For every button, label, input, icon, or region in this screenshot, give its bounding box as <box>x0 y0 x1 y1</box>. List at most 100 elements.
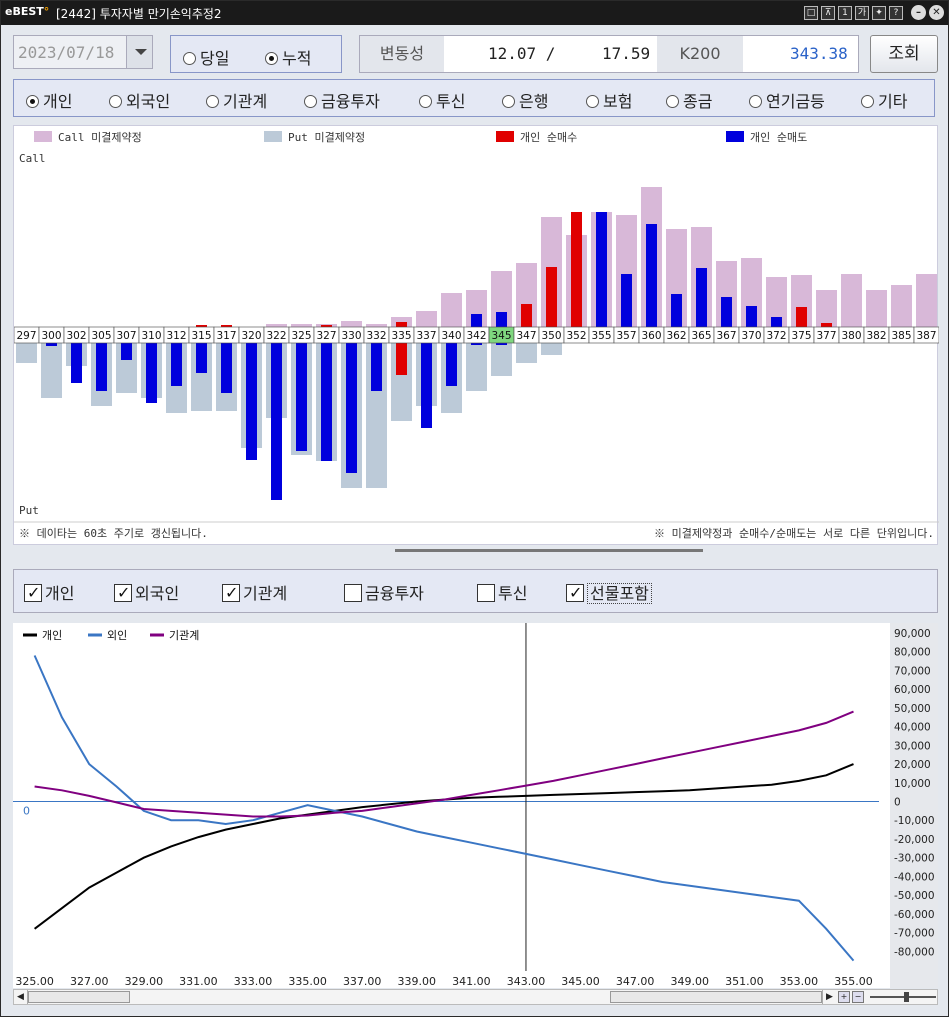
link-number-button[interactable]: 1 <box>838 6 852 20</box>
volatility-value-2[interactable]: 17.59 <box>602 36 650 72</box>
call-individual-bar <box>746 306 757 327</box>
filter-foreign[interactable]: 외국인 <box>114 580 179 604</box>
call-oi-bar <box>341 321 362 327</box>
strike-label: 357 <box>616 330 636 342</box>
close-button[interactable]: ✕ <box>929 5 944 20</box>
filter-trust[interactable]: 투신 <box>477 580 527 604</box>
call-individual-bar <box>671 294 682 327</box>
legend-label: Put 미결제약정 <box>288 130 365 144</box>
restore-window-button[interactable]: □ <box>804 6 818 20</box>
filter-institution[interactable]: 기관계 <box>222 580 287 604</box>
zoom-in-icon[interactable]: + <box>838 991 850 1003</box>
put-individual-bar <box>446 343 457 386</box>
y-tick-label: 60,000 <box>894 684 931 696</box>
checkbox-icon <box>566 583 584 602</box>
pin-window-button[interactable]: ⊼ <box>821 6 835 20</box>
put-individual-bar <box>396 343 407 375</box>
zoom-slider-handle[interactable] <box>904 992 909 1002</box>
call-individual-bar <box>646 224 657 327</box>
legend-label: 개인 순매수 <box>520 131 577 144</box>
put-individual-bar <box>421 343 432 428</box>
radio-investor-merchant-bank[interactable]: 종금 <box>666 88 712 112</box>
put-oi-bar <box>466 343 487 391</box>
call-individual-bar <box>696 268 707 327</box>
strike-label: 340 <box>441 330 461 342</box>
call-individual-bar <box>471 314 482 327</box>
radio-investor-foreign[interactable]: 외국인 <box>109 88 170 112</box>
call-individual-bar <box>796 307 807 327</box>
settings-button[interactable]: ✦ <box>872 6 886 20</box>
date-dropdown-button[interactable] <box>126 36 152 68</box>
footer-note-left: ※ 데이타는 60초 주기로 갱신됩니다. <box>19 527 208 540</box>
date-picker[interactable]: 2023/07/18 <box>13 35 153 69</box>
strike-label: 337 <box>416 330 436 342</box>
put-axis-label: Put <box>19 504 39 517</box>
radio-daily[interactable]: 당일 <box>183 45 229 69</box>
open-interest-chart: Call 미결제약정 Put 미결제약정 개인 순매수 개인 순매도 Call Put 29… <box>13 125 939 545</box>
volatility-value[interactable]: 12.07 / <box>488 36 555 72</box>
zoom-slider-track[interactable] <box>870 996 936 998</box>
legend-swatch <box>264 131 282 142</box>
radio-investor-pension[interactable]: 연기금등 <box>749 88 825 112</box>
query-button[interactable]: 조회 <box>870 35 938 73</box>
y-tick-label: -70,000 <box>894 928 935 940</box>
scroll-thumb[interactable] <box>28 991 130 1003</box>
radio-investor-individual[interactable]: 개인 <box>26 88 72 112</box>
call-oi-bar <box>416 311 437 327</box>
chevron-down-icon <box>135 49 147 55</box>
minimize-button[interactable]: – <box>911 5 926 20</box>
put-individual-bar <box>271 343 282 500</box>
radio-investor-bank[interactable]: 은행 <box>502 88 548 112</box>
filter-financial[interactable]: 금융투자 <box>344 580 424 604</box>
radio-circle-icon <box>183 52 196 65</box>
font-size-button[interactable]: 가 <box>855 6 869 20</box>
scroll-left-icon[interactable]: ◀ <box>14 990 28 1004</box>
y-tick-label: 90,000 <box>894 628 931 640</box>
radio-investor-trust[interactable]: 투신 <box>419 88 465 112</box>
strike-label: 355 <box>591 330 611 342</box>
pane-splitter[interactable] <box>395 549 703 552</box>
window-title: [2442] 투자자별 만기손익추정2 <box>56 7 222 21</box>
call-individual-bar <box>721 297 732 327</box>
y-tick-label: 20,000 <box>894 759 931 771</box>
strike-label: 320 <box>241 330 261 342</box>
strike-label: 385 <box>891 330 911 342</box>
x-tick-label: 341.00 <box>452 975 491 988</box>
call-individual-bar <box>596 212 607 327</box>
y-tick-label: -50,000 <box>894 890 935 902</box>
filter-include-futures[interactable]: 선물포함 <box>566 580 652 604</box>
zoom-out-icon[interactable]: − <box>852 991 864 1003</box>
radio-investor-other[interactable]: 기타 <box>861 88 907 112</box>
radio-circle-icon <box>666 95 679 108</box>
query-toolbar: 2023/07/18 당일 누적 변동성 12.07 / 17.59 K200 … <box>1 31 948 77</box>
strike-label: 322 <box>266 330 286 342</box>
put-individual-bar <box>371 343 382 391</box>
put-individual-bar <box>296 343 307 451</box>
legend-label: 기관계 <box>169 629 199 642</box>
y-tick-label: -10,000 <box>894 815 935 827</box>
y-tick-label: -20,000 <box>894 834 935 846</box>
radio-cumulative[interactable]: 누적 <box>265 45 311 69</box>
footer-note-right: ※ 미결제약정과 순매수/순매도는 서로 다른 단위입니다. <box>654 526 934 540</box>
scroll-right-icon[interactable]: ▶ <box>822 990 836 1004</box>
radio-investor-institution[interactable]: 기관계 <box>206 88 267 112</box>
series-filter-bar: 개인 외국인 기관계 금융투자 투신 선물포함 <box>13 569 938 613</box>
pnl-estimate-chart: 90,000 80,000 70,000 60,000 50,000 40,000 30,0… <box>13 623 938 988</box>
legend-swatch <box>496 131 514 142</box>
filter-individual[interactable]: 개인 <box>24 580 74 604</box>
strike-label: 327 <box>316 330 336 342</box>
y-tick-label: 30,000 <box>894 740 931 752</box>
radio-investor-financial[interactable]: 금융투자 <box>304 88 380 112</box>
horizontal-scrollbar[interactable]: ◀ ▶ + − <box>13 989 938 1005</box>
scroll-thumb-secondary[interactable] <box>610 991 822 1003</box>
radio-investor-insurance[interactable]: 보험 <box>586 88 632 112</box>
open-interest-chart-svg: Call 미결제약정 Put 미결제약정 개인 순매수 개인 순매도 Call Put 29… <box>14 130 939 540</box>
help-button[interactable]: ? <box>889 6 903 20</box>
y-tick-label: -40,000 <box>894 871 935 883</box>
radio-circle-icon <box>419 95 432 108</box>
radio-circle-icon <box>26 95 39 108</box>
legend-label: 개인 <box>42 629 62 642</box>
strike-label: 307 <box>116 330 136 342</box>
call-individual-bar <box>521 304 532 327</box>
legend-label: Call 미결제약정 <box>58 130 142 144</box>
